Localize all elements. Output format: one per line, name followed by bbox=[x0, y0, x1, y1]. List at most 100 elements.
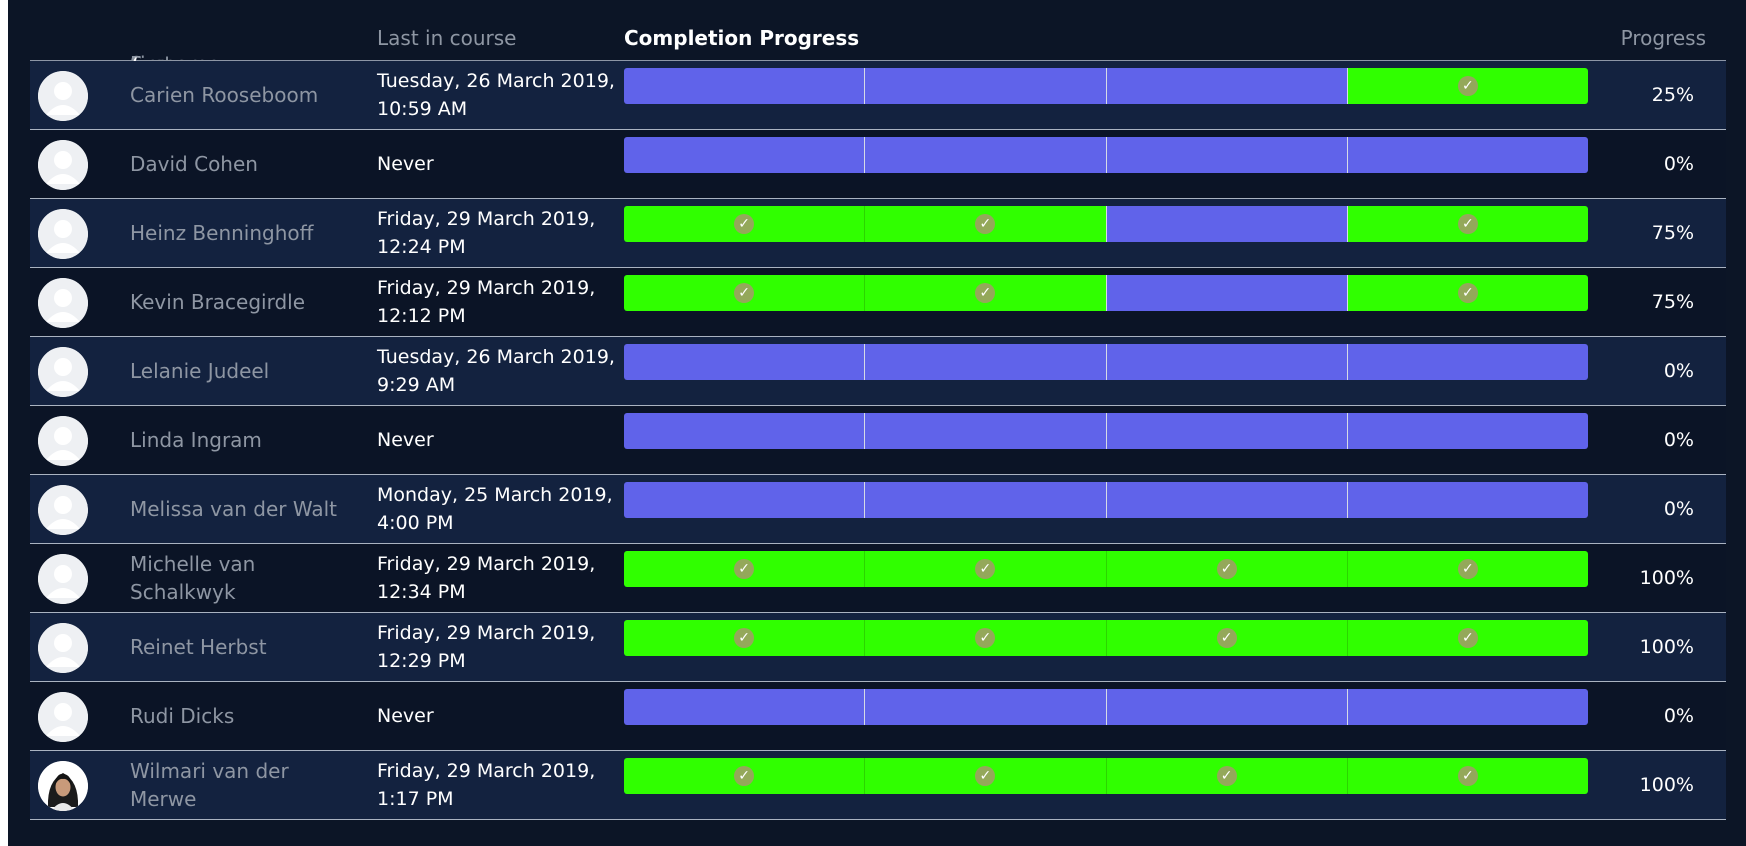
activity-incomplete-segment[interactable] bbox=[624, 68, 865, 104]
activity-incomplete-segment[interactable] bbox=[624, 482, 865, 518]
activity-incomplete-segment[interactable] bbox=[1105, 482, 1347, 518]
completion-progress-bar bbox=[624, 344, 1588, 380]
activity-complete-segment[interactable]: ✓ bbox=[1346, 551, 1588, 587]
check-icon: ✓ bbox=[734, 283, 755, 303]
user-name-link[interactable]: Michelle van Schalkwyk bbox=[130, 544, 350, 612]
check-icon: ✓ bbox=[734, 628, 755, 648]
activity-complete-segment[interactable]: ✓ bbox=[1105, 758, 1347, 794]
activity-complete-segment[interactable]: ✓ bbox=[624, 206, 865, 242]
activity-complete-segment[interactable]: ✓ bbox=[1346, 68, 1588, 104]
default-user-avatar-icon[interactable] bbox=[38, 71, 88, 121]
activity-incomplete-segment[interactable] bbox=[1346, 413, 1588, 449]
activity-incomplete-segment[interactable] bbox=[624, 413, 865, 449]
activity-incomplete-segment[interactable] bbox=[1105, 344, 1347, 380]
activity-incomplete-segment[interactable] bbox=[864, 689, 1106, 725]
progress-percentage: 100% bbox=[1639, 636, 1694, 658]
progress-percentage: 0% bbox=[1663, 360, 1694, 382]
activity-incomplete-segment[interactable] bbox=[624, 344, 865, 380]
last-access-time: Monday, 25 March 2019, 4:00 PM bbox=[377, 484, 613, 534]
activity-incomplete-segment[interactable] bbox=[624, 137, 865, 173]
activity-incomplete-segment[interactable] bbox=[1346, 482, 1588, 518]
default-user-avatar-icon[interactable] bbox=[38, 623, 88, 673]
activity-incomplete-segment[interactable] bbox=[1105, 275, 1347, 311]
user-name-link[interactable]: Reinet Herbst bbox=[130, 613, 350, 681]
activity-incomplete-segment[interactable] bbox=[864, 482, 1106, 518]
check-icon: ✓ bbox=[975, 628, 996, 648]
activity-incomplete-segment[interactable] bbox=[1105, 689, 1347, 725]
last-access-time: Friday, 29 March 2019, 12:24 PM bbox=[377, 208, 596, 258]
activity-incomplete-segment[interactable] bbox=[1105, 137, 1347, 173]
sort-progress[interactable]: Progress bbox=[1621, 26, 1706, 50]
activity-complete-segment[interactable]: ✓ bbox=[624, 620, 865, 656]
default-user-avatar-icon[interactable] bbox=[38, 692, 88, 742]
table-row: Kevin Bracegirdle Friday, 29 March 2019, … bbox=[30, 268, 1726, 337]
activity-incomplete-segment[interactable] bbox=[864, 344, 1106, 380]
progress-percentage: 0% bbox=[1663, 429, 1694, 451]
profile-photo-avatar[interactable] bbox=[38, 761, 88, 811]
activity-incomplete-segment[interactable] bbox=[1346, 689, 1588, 725]
activity-incomplete-segment[interactable] bbox=[1105, 68, 1347, 104]
table-row: David Cohen Never 0% bbox=[30, 130, 1726, 199]
activity-complete-segment[interactable]: ✓ bbox=[1346, 206, 1588, 242]
activity-complete-segment[interactable]: ✓ bbox=[864, 206, 1106, 242]
default-user-avatar-icon[interactable] bbox=[38, 278, 88, 328]
user-name-link[interactable]: Kevin Bracegirdle bbox=[130, 268, 350, 336]
last-access-time: Never bbox=[377, 705, 434, 727]
last-access-time: Friday, 29 March 2019, 12:34 PM bbox=[377, 553, 596, 603]
activity-complete-segment[interactable]: ✓ bbox=[624, 551, 865, 587]
completion-progress-bar: ✓ ✓ ✓ bbox=[624, 206, 1588, 242]
table-row: Lelanie Judeel Tuesday, 26 March 2019, 9:… bbox=[30, 337, 1726, 406]
user-name-link[interactable]: Wilmari van der Merwe bbox=[130, 751, 350, 819]
user-name-link[interactable]: Carien Rooseboom bbox=[130, 61, 350, 129]
completion-progress-bar: ✓ ✓ ✓ ✓ bbox=[624, 620, 1588, 656]
check-icon: ✓ bbox=[1457, 628, 1478, 648]
activity-complete-segment[interactable]: ✓ bbox=[1105, 620, 1347, 656]
activity-incomplete-segment[interactable] bbox=[624, 689, 865, 725]
sort-last-in-course[interactable]: Last in course bbox=[377, 26, 516, 50]
activity-incomplete-segment[interactable] bbox=[1346, 137, 1588, 173]
progress-percentage: 0% bbox=[1663, 498, 1694, 520]
activity-incomplete-segment[interactable] bbox=[1105, 206, 1347, 242]
activity-complete-segment[interactable]: ✓ bbox=[1346, 275, 1588, 311]
activity-complete-segment[interactable]: ✓ bbox=[1346, 758, 1588, 794]
activity-incomplete-segment[interactable] bbox=[1346, 344, 1588, 380]
progress-percentage: 75% bbox=[1651, 291, 1694, 313]
activity-incomplete-segment[interactable] bbox=[864, 68, 1106, 104]
activity-incomplete-segment[interactable] bbox=[1105, 413, 1347, 449]
activity-incomplete-segment[interactable] bbox=[864, 137, 1106, 173]
completion-progress-bar: ✓ ✓ ✓ ✓ bbox=[624, 551, 1588, 587]
user-name-link[interactable]: Heinz Benninghoff bbox=[130, 199, 350, 267]
progress-percentage: 100% bbox=[1639, 567, 1694, 589]
default-user-avatar-icon[interactable] bbox=[38, 347, 88, 397]
progress-percentage: 0% bbox=[1663, 705, 1694, 727]
completion-progress-bar: ✓ bbox=[624, 68, 1588, 104]
last-access-time: Never bbox=[377, 153, 434, 175]
activity-complete-segment[interactable]: ✓ bbox=[1105, 551, 1347, 587]
last-access-time: Friday, 29 March 2019, 1:17 PM bbox=[377, 760, 596, 810]
check-icon: ✓ bbox=[1216, 766, 1237, 786]
activity-complete-segment[interactable]: ✓ bbox=[864, 551, 1106, 587]
activity-complete-segment[interactable]: ✓ bbox=[624, 275, 865, 311]
activity-complete-segment[interactable]: ✓ bbox=[1346, 620, 1588, 656]
completion-progress-bar: ✓ ✓ ✓ bbox=[624, 275, 1588, 311]
activity-incomplete-segment[interactable] bbox=[864, 413, 1106, 449]
check-icon: ✓ bbox=[1457, 214, 1478, 234]
default-user-avatar-icon[interactable] bbox=[38, 416, 88, 466]
activity-complete-segment[interactable]: ✓ bbox=[864, 275, 1106, 311]
activity-complete-segment[interactable]: ✓ bbox=[624, 758, 865, 794]
activity-complete-segment[interactable]: ✓ bbox=[864, 620, 1106, 656]
default-user-avatar-icon[interactable] bbox=[38, 485, 88, 535]
check-icon: ✓ bbox=[1216, 559, 1237, 579]
user-name-link[interactable]: Linda Ingram bbox=[130, 406, 350, 474]
user-name-link[interactable]: Rudi Dicks bbox=[130, 682, 350, 750]
user-name-link[interactable]: Melissa van der Walt bbox=[130, 475, 350, 543]
user-name-link[interactable]: Lelanie Judeel bbox=[130, 337, 350, 405]
default-user-avatar-icon[interactable] bbox=[38, 140, 88, 190]
user-name-link[interactable]: David Cohen bbox=[130, 130, 350, 198]
table-row: Carien Rooseboom Tuesday, 26 March 2019, … bbox=[30, 61, 1726, 130]
table-header: First name / Surname Last in course Comp… bbox=[30, 0, 1726, 100]
default-user-avatar-icon[interactable] bbox=[38, 554, 88, 604]
default-user-avatar-icon[interactable] bbox=[38, 209, 88, 259]
activity-complete-segment[interactable]: ✓ bbox=[864, 758, 1106, 794]
completion-table: First name / Surname Last in course Comp… bbox=[30, 0, 1726, 820]
